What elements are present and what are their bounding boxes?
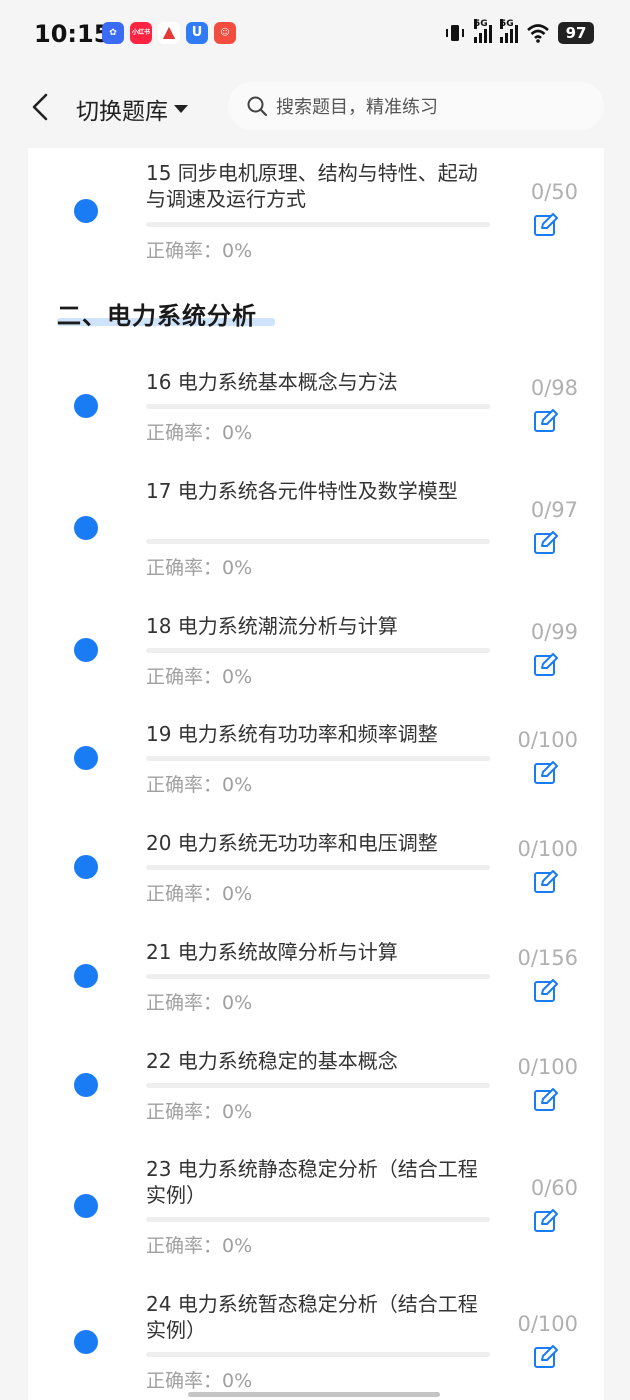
chapter-dot-icon: [74, 394, 98, 418]
edit-icon[interactable]: [533, 1087, 559, 1113]
edit-icon[interactable]: [533, 530, 559, 556]
chapter-dot-icon: [74, 1330, 98, 1354]
chapter-name: 20 电力系统无功功率和电压调整: [146, 831, 438, 855]
chapter-name: 22 电力系统稳定的基本概念: [146, 1049, 398, 1073]
chapter-name: 18 电力系统潮流分析与计算: [146, 614, 398, 638]
wifi-icon: [527, 24, 549, 43]
section-title: 二、电力系统分析: [57, 302, 257, 330]
progress-bar: [146, 1352, 490, 1357]
search-placeholder: 搜索题目，精准练习: [276, 97, 438, 118]
list-item-chapter-18[interactable]: 18 电力系统潮流分析与计算 正确率：0% 0/99: [28, 598, 604, 706]
progress-bar: [146, 648, 490, 653]
edit-icon[interactable]: [533, 760, 559, 786]
edit-icon[interactable]: [533, 408, 559, 434]
edit-icon[interactable]: [533, 212, 559, 238]
list-item-chapter-23[interactable]: 23 电力系统静态稳定分析（结合工程实例） 正确率：0% 0/60: [28, 1141, 604, 1280]
progress-bar: [146, 1083, 490, 1088]
chapter-dot-icon: [74, 638, 98, 662]
list-item-chapter-17[interactable]: 17 电力系统各元件特性及数学模型 正确率：0% 0/97: [28, 458, 604, 598]
home-indicator[interactable]: [188, 1392, 440, 1397]
progress-bar: [146, 974, 490, 979]
accuracy-text: 正确率：0%: [146, 774, 253, 796]
list-item-chapter-20[interactable]: 20 电力系统无功功率和电压调整 正确率：0% 0/100: [28, 815, 604, 924]
accuracy-text: 正确率：0%: [146, 1235, 253, 1257]
progress-count: 0/97: [530, 498, 578, 522]
chapter-dot-icon: [74, 964, 98, 988]
signal-icon-2: 5G: [500, 19, 518, 43]
progress-bar: [146, 865, 490, 870]
edit-icon[interactable]: [533, 869, 559, 895]
chapter-dot-icon: [74, 1194, 98, 1218]
battery-indicator: 97: [558, 22, 594, 44]
accuracy-text: 正确率：0%: [146, 240, 253, 262]
edit-icon[interactable]: [533, 1344, 559, 1370]
accuracy-text: 正确率：0%: [146, 1101, 253, 1123]
progress-count: 0/98: [530, 376, 578, 400]
app-icon-blue: ✿: [102, 22, 124, 44]
chapter-name: 23 电力系统静态稳定分析（结合工程实例）: [146, 1157, 478, 1207]
chapter-name: 16 电力系统基本概念与方法: [146, 370, 398, 394]
app-icon-blue-u: U: [186, 22, 208, 44]
search-icon: [247, 96, 268, 117]
progress-count: 0/100: [517, 1312, 578, 1336]
progress-bar: [146, 1217, 490, 1222]
chapter-dot-icon: [74, 746, 98, 770]
page-title: 切换题库: [76, 99, 168, 125]
list-item-chapter-19[interactable]: 19 电力系统有功功率和频率调整 正确率：0% 0/100: [28, 706, 604, 815]
app-icon-red-triangle: ▲: [158, 22, 180, 44]
accuracy-text: 正确率：0%: [146, 666, 253, 688]
chapter-dot-icon: [74, 1073, 98, 1097]
list-item-chapter-15[interactable]: 15 同步电机原理、结构与特性、起动与调速及运行方式 正确率：0% 0/50: [28, 148, 604, 288]
accuracy-text: 正确率：0%: [146, 883, 253, 905]
signal-icon-1: 5G: [474, 19, 492, 43]
progress-bar: [146, 222, 490, 227]
edit-icon[interactable]: [533, 652, 559, 678]
progress-count: 0/99: [530, 620, 578, 644]
status-time: 10:15: [34, 20, 111, 48]
chapter-name: 15 同步电机原理、结构与特性、起动与调速及运行方式: [146, 161, 478, 211]
chapter-name: 24 电力系统暂态稳定分析（结合工程实例）: [146, 1292, 478, 1342]
search-input[interactable]: 搜索题目，精准练习: [228, 82, 604, 130]
status-bar: 10:15 ✿ 小红书 ▲ U ☺ 5G 5G 97: [0, 0, 630, 68]
notification-app-icons: ✿ 小红书 ▲ U ☺: [102, 22, 236, 44]
list-item-chapter-24[interactable]: 24 电力系统暂态稳定分析（结合工程实例） 正确率：0% 0/100: [28, 1280, 604, 1400]
edit-icon[interactable]: [533, 1208, 559, 1234]
progress-count: 0/100: [517, 728, 578, 752]
chapter-name: 19 电力系统有功功率和频率调整: [146, 722, 438, 746]
progress-count: 0/60: [530, 1176, 578, 1200]
chapter-dot-icon: [74, 516, 98, 540]
back-arrow-icon[interactable]: [26, 90, 56, 124]
edit-icon[interactable]: [533, 978, 559, 1004]
progress-count: 0/100: [517, 1055, 578, 1079]
caret-down-icon: [174, 105, 188, 113]
list-item-chapter-16[interactable]: 16 电力系统基本概念与方法 正确率：0% 0/98: [28, 348, 604, 458]
top-navigation-bar: 切换题库 搜索题目，精准练习: [0, 68, 630, 148]
switch-question-bank-dropdown[interactable]: 切换题库: [76, 92, 188, 126]
progress-count: 0/156: [517, 946, 578, 970]
progress-count: 0/100: [517, 837, 578, 861]
progress-bar: [146, 539, 490, 544]
app-icon-xiaohongshu: 小红书: [130, 22, 152, 44]
chapter-name: 17 电力系统各元件特性及数学模型: [146, 479, 458, 503]
chapter-list-card: 15 同步电机原理、结构与特性、起动与调速及运行方式 正确率：0% 0/50 二…: [28, 148, 604, 1400]
accuracy-text: 正确率：0%: [146, 992, 253, 1014]
chapter-name: 21 电力系统故障分析与计算: [146, 940, 398, 964]
list-item-chapter-22[interactable]: 22 电力系统稳定的基本概念 正确率：0% 0/100: [28, 1033, 604, 1141]
accuracy-text: 正确率：0%: [146, 1370, 253, 1392]
accuracy-text: 正确率：0%: [146, 557, 253, 579]
chapter-dot-icon: [74, 855, 98, 879]
chapter-dot-icon: [74, 199, 98, 223]
app-icon-red-game: ☺: [214, 22, 236, 44]
vibrate-icon: [446, 25, 464, 41]
progress-bar: [146, 404, 490, 409]
list-item-chapter-21[interactable]: 21 电力系统故障分析与计算 正确率：0% 0/156: [28, 924, 604, 1033]
accuracy-text: 正确率：0%: [146, 422, 253, 444]
system-status-icons: 5G 5G 97: [444, 19, 594, 44]
progress-bar: [146, 756, 490, 761]
progress-count: 0/50: [530, 180, 578, 204]
